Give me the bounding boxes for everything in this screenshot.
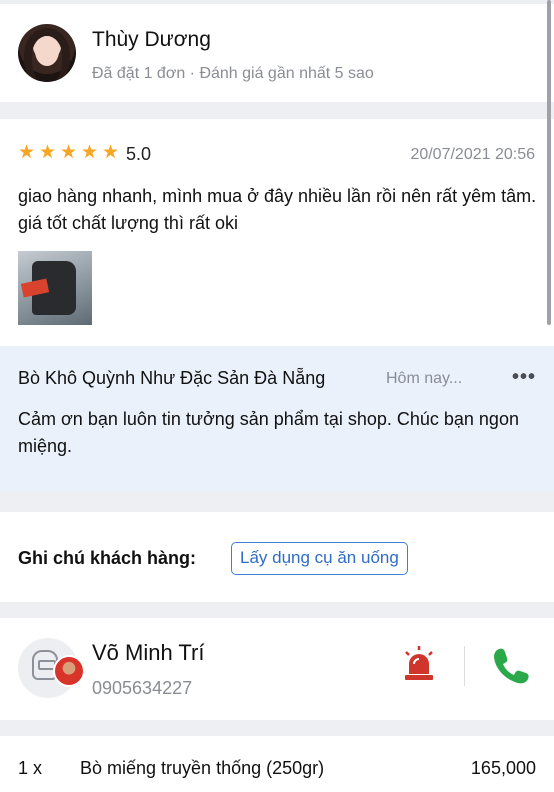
review-text: giao hàng nhanh, mình mua ở đây nhiều lầ… xyxy=(18,186,537,233)
star-icon: ★ xyxy=(102,142,120,163)
notes-tag: Lấy dụng cụ ăn uống xyxy=(231,542,408,575)
customer-card: Thùy Dương Đã đặt 1 đơn · Đánh giá gần n… xyxy=(0,4,554,102)
order-price: 165,000 xyxy=(470,758,536,778)
reply-shop-name: Bò Khô Quỳnh Như Đặc Sản Đà Nẵng xyxy=(18,368,326,388)
review-photo[interactable] xyxy=(18,251,92,325)
driver-name: Võ Minh Trí xyxy=(92,640,205,665)
star-icon: ★ xyxy=(18,142,36,163)
customer-notes: Ghi chú khách hàng: Lấy dụng cụ ăn uống xyxy=(0,512,554,602)
scrollbar[interactable] xyxy=(547,0,551,325)
call-button[interactable] xyxy=(490,644,530,686)
notes-label: Ghi chú khách hàng: xyxy=(18,548,197,568)
divider xyxy=(464,646,465,686)
customer-avatar[interactable] xyxy=(18,24,76,82)
customer-name[interactable]: Thùy Dương xyxy=(92,28,211,52)
phone-icon xyxy=(494,648,529,684)
rating-value: 5.0 xyxy=(126,144,152,164)
customer-order-summary: Đã đặt 1 đơn · Đánh giá gần nhất 5 sao xyxy=(92,65,374,82)
reply-time: Hôm nay... xyxy=(386,370,463,387)
alarm-button[interactable] xyxy=(398,644,440,686)
order-item-name: Bò miếng truyền thống (250gr) xyxy=(80,758,325,778)
reply-text: Cảm ơn bạn luôn tin tưởng sản phẩm tại s… xyxy=(18,409,519,456)
shop-reply: Bò Khô Quỳnh Như Đặc Sản Đà Nẵng Hôm nay… xyxy=(0,346,554,492)
star-icon: ★ xyxy=(60,142,78,163)
review-card: ★ ★ ★ ★ ★ 5.0 20/07/2021 20:56 giao hàng… xyxy=(0,119,554,346)
more-options-icon[interactable]: ••• xyxy=(512,366,536,389)
driver-phone[interactable]: 0905634227 xyxy=(92,678,192,699)
star-icon: ★ xyxy=(39,142,57,163)
order-line: 1 x Bò miếng truyền thống (250gr) 165,00… xyxy=(0,736,554,792)
driver-photo xyxy=(53,655,85,687)
star-icon: ★ xyxy=(81,142,99,163)
review-date: 20/07/2021 20:56 xyxy=(410,146,535,163)
rating-stars: ★ ★ ★ ★ ★ xyxy=(18,142,120,163)
order-quantity: 1 x xyxy=(18,758,43,778)
siren-icon xyxy=(405,646,433,680)
